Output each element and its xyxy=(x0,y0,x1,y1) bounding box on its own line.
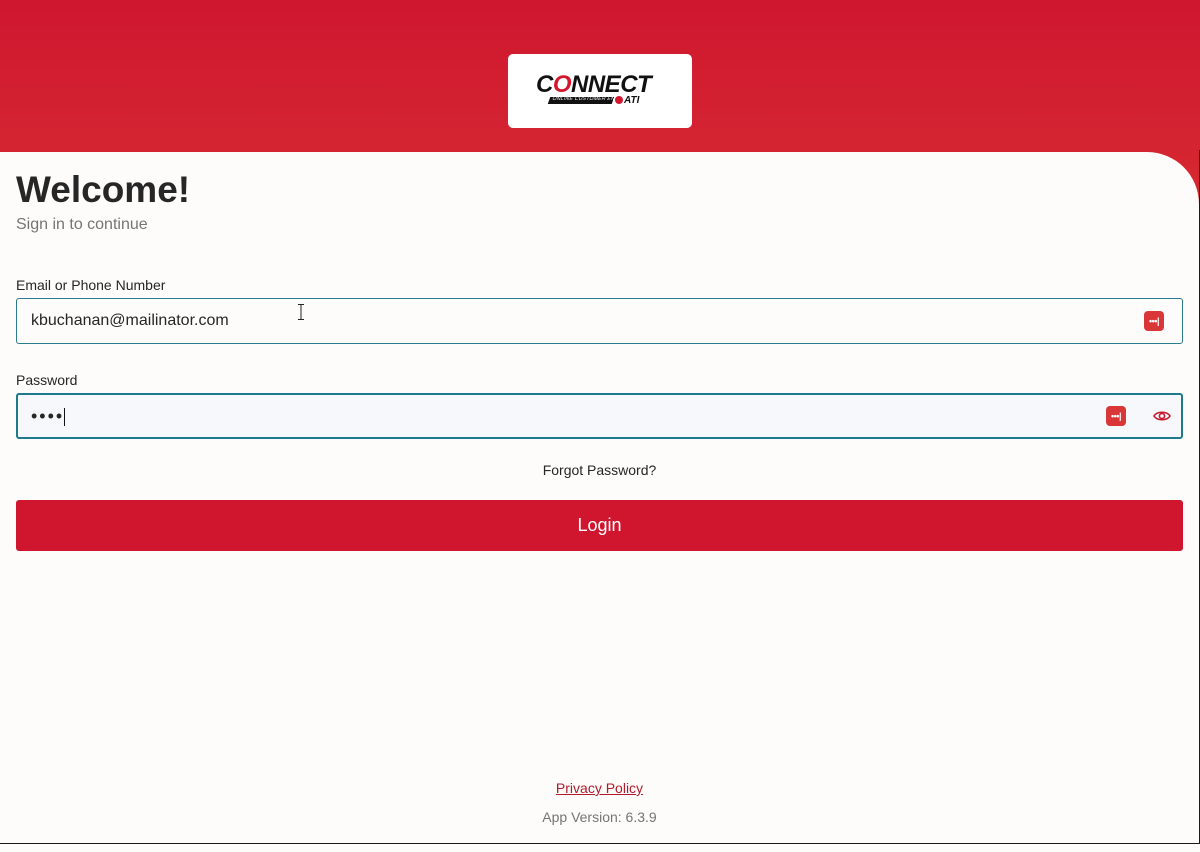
password-label: Password xyxy=(16,372,78,388)
text-caret xyxy=(64,408,65,426)
login-button[interactable]: Login xyxy=(16,500,1183,551)
privacy-policy-link[interactable]: Privacy Policy xyxy=(556,780,643,796)
app-version: App Version: 6.3.9 xyxy=(542,809,657,825)
page-title: Welcome! xyxy=(16,169,191,210)
password-manager-icon[interactable]: •••| xyxy=(1144,311,1164,331)
email-label: Email or Phone Number xyxy=(16,277,166,293)
page-subtitle: Sign in to continue xyxy=(16,216,148,233)
text-cursor-icon xyxy=(298,304,304,320)
logo-tagline-strip: ONLINE CUSTOMER ENGAGEMENT xyxy=(547,96,647,104)
connect-logo: CONNECT ONLINE CUSTOMER ENGAGEMENT ATI xyxy=(508,54,692,128)
ati-logo: ATI xyxy=(615,95,639,106)
password-manager-icon[interactable]: •••| xyxy=(1106,406,1126,426)
email-field[interactable] xyxy=(16,298,1183,344)
forgot-password-link[interactable]: Forgot Password? xyxy=(0,461,1199,479)
password-field[interactable] xyxy=(16,393,1183,439)
show-password-eye-icon[interactable] xyxy=(1152,406,1172,426)
privacy-policy-container: Privacy Policy xyxy=(0,779,1199,797)
